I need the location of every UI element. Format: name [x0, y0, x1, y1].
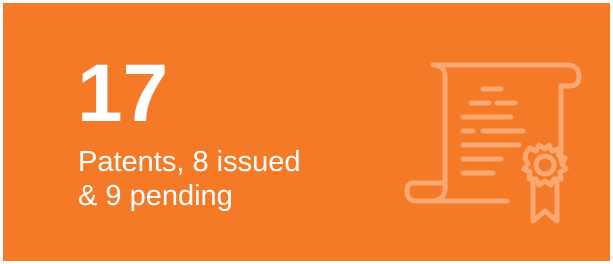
certificate-icon	[401, 55, 589, 235]
stat-number: 17	[77, 48, 169, 139]
patent-stat-card: 17 Patents, 8 issued & 9 pending	[3, 3, 610, 261]
stat-caption: Patents, 8 issued & 9 pending	[78, 145, 300, 213]
stat-caption-line-1: Patents, 8 issued	[78, 146, 301, 178]
stat-caption-line-2: & 9 pending	[78, 180, 233, 212]
